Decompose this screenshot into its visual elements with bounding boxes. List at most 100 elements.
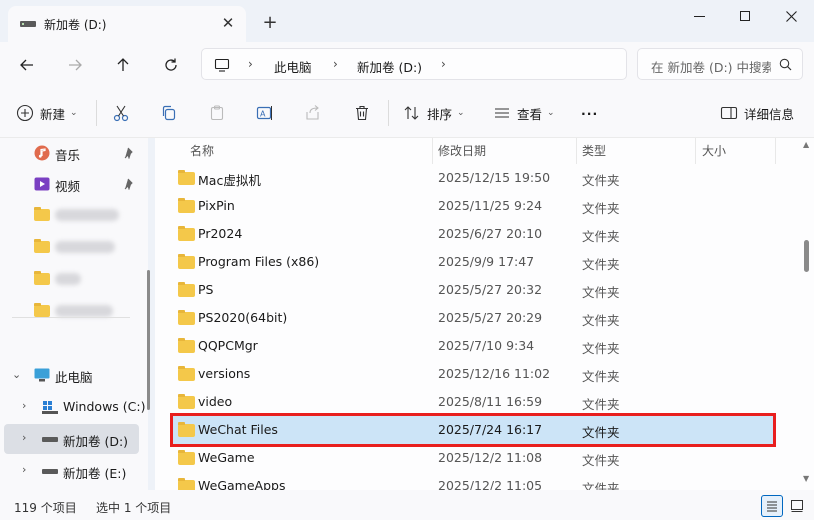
sidebar-item-windows-c[interactable]: › Windows (C:)	[0, 392, 148, 422]
file-row[interactable]: Pr2024 2025/6/27 20:10 文件夹	[173, 220, 773, 248]
chevron-right-icon[interactable]: ›	[22, 463, 26, 476]
arrow-up-icon	[117, 58, 129, 71]
maximize-button[interactable]	[722, 0, 768, 32]
sidebar-item-video[interactable]: 视频	[0, 169, 148, 199]
search-icon	[779, 58, 792, 71]
search-input[interactable]: 在 新加卷 (D:) 中搜索	[637, 48, 803, 80]
cut-button[interactable]	[112, 101, 136, 125]
file-row[interactable]: WeGameApps 2025/12/2 11:05 文件夹	[173, 472, 773, 490]
view-button[interactable]: 查看 ⌄	[493, 101, 555, 125]
status-bar: 119 个项目 选中 1 个项目	[0, 490, 814, 520]
forward-button[interactable]	[60, 50, 90, 80]
sidebar-item-drive-e[interactable]: › 新加卷 (E:)	[0, 456, 148, 486]
breadcrumb-this-pc[interactable]: 此电脑	[274, 57, 312, 76]
scrollbar-thumb[interactable]	[804, 240, 809, 272]
minimize-button[interactable]	[676, 0, 722, 32]
sidebar-item-music[interactable]: 音乐	[0, 138, 148, 168]
command-bar: 新建 ⌄ A 排序 ⌄ 查看 ⌄ ··· 详细信息	[0, 88, 814, 138]
file-modified-date: 2025/5/27 20:29	[438, 310, 543, 325]
folder-icon	[178, 366, 195, 381]
breadcrumb-drive-d[interactable]: 新加卷 (D:)	[357, 57, 422, 76]
column-divider[interactable]	[576, 138, 577, 164]
file-name: PS	[198, 282, 214, 297]
file-row[interactable]: video 2025/8/11 16:59 文件夹	[173, 388, 773, 416]
delete-button[interactable]	[353, 101, 377, 125]
file-row[interactable]: Program Files (x86) 2025/9/9 17:47 文件夹	[173, 248, 773, 276]
column-divider[interactable]	[775, 138, 776, 164]
chevron-right-icon[interactable]: ›	[22, 431, 26, 444]
sidebar-item-blurred-2[interactable]	[0, 232, 148, 262]
column-divider[interactable]	[432, 138, 433, 164]
sidebar-item-blurred-3[interactable]	[0, 264, 148, 294]
file-modified-date: 2025/12/15 19:50	[438, 170, 551, 185]
chevron-down-icon[interactable]: ⌄	[12, 368, 21, 381]
rename-button[interactable]: A	[256, 101, 280, 125]
file-type: 文件夹	[582, 481, 620, 490]
new-button[interactable]: 新建 ⌄	[16, 101, 78, 125]
close-tab-icon[interactable]: ✕	[218, 13, 238, 33]
folder-icon	[178, 170, 195, 185]
navigation-pane: 音乐 视频 ⌄ 此电脑 › Windows (C:) › 新加卷 (D:) ›	[0, 138, 148, 490]
chevron-right-icon: ›	[333, 57, 338, 71]
folder-icon	[34, 271, 50, 285]
new-tab-button[interactable]: +	[259, 12, 281, 34]
pin-icon	[124, 147, 133, 159]
sort-button[interactable]: 排序 ⌄	[403, 101, 465, 125]
search-placeholder: 在 新加卷 (D:) 中搜索	[651, 60, 771, 75]
more-options-button[interactable]: ···	[581, 101, 598, 125]
trash-icon	[356, 105, 368, 121]
sidebar-item-label: 新加卷 (E:)	[63, 466, 127, 481]
file-modified-date: 2025/12/2 11:08	[438, 450, 543, 465]
file-row-selected[interactable]: WeChat Files 2025/7/24 16:17 文件夹	[170, 413, 776, 447]
file-row[interactable]: PixPin 2025/11/25 9:24 文件夹	[173, 192, 773, 220]
tab-drive-d[interactable]: 新加卷 (D:) ✕	[8, 6, 246, 42]
sidebar-item-this-pc[interactable]: ⌄ 此电脑	[0, 360, 148, 390]
sidebar-item-blurred-1[interactable]	[0, 200, 148, 230]
back-button[interactable]	[12, 50, 42, 80]
large-icons-view-button[interactable]	[786, 495, 808, 517]
folder-icon	[178, 226, 195, 241]
details-view-icon	[767, 501, 777, 512]
file-row[interactable]: PS2020(64bit) 2025/5/27 20:29 文件夹	[173, 304, 773, 332]
file-type: 文件夹	[582, 425, 620, 440]
file-type: 文件夹	[582, 341, 620, 356]
file-row[interactable]: PS 2025/5/27 20:32 文件夹	[173, 276, 773, 304]
sidebar-item-label: 音乐	[55, 148, 81, 163]
file-modified-date: 2025/12/16 11:02	[438, 366, 551, 381]
chevron-right-icon[interactable]: ›	[441, 57, 446, 71]
details-pane-button[interactable]: 详细信息	[720, 101, 794, 125]
file-list-scrollbar[interactable]: ▲ ▼	[800, 138, 814, 490]
file-row[interactable]: WeGame 2025/12/2 11:08 文件夹	[173, 444, 773, 472]
sidebar-scrollbar[interactable]	[147, 270, 150, 410]
close-window-button[interactable]	[768, 0, 814, 32]
tab-title: 新加卷 (D:)	[44, 18, 107, 32]
file-name: WeGameApps	[198, 478, 286, 490]
column-divider[interactable]	[695, 138, 696, 164]
folder-icon	[178, 422, 195, 437]
file-row[interactable]: versions 2025/12/16 11:02 文件夹	[173, 360, 773, 388]
scroll-up-icon[interactable]: ▲	[803, 140, 809, 149]
address-bar[interactable]: › 此电脑 › 新加卷 (D:) ›	[201, 48, 627, 80]
file-row[interactable]: QQPCMgr 2025/7/10 9:34 文件夹	[173, 332, 773, 360]
paste-button[interactable]	[208, 101, 232, 125]
folder-icon	[178, 338, 195, 353]
folder-icon	[178, 478, 195, 490]
chevron-right-icon[interactable]: ›	[22, 399, 26, 412]
share-button[interactable]	[304, 101, 328, 125]
file-row[interactable]: Mac虚拟机 2025/12/15 19:50 文件夹	[173, 164, 773, 192]
copy-button[interactable]	[160, 101, 184, 125]
pin-icon	[124, 178, 133, 190]
file-modified-date: 2025/12/2 11:05	[438, 478, 543, 490]
folder-icon	[178, 450, 195, 465]
sidebar-item-blurred-4[interactable]	[0, 296, 148, 326]
scroll-down-icon[interactable]: ▼	[803, 474, 809, 483]
blurred-label	[55, 273, 81, 285]
up-button[interactable]	[108, 50, 138, 80]
video-icon	[34, 177, 50, 191]
copy-icon	[162, 105, 176, 121]
chevron-right-icon: ›	[248, 57, 253, 71]
rename-icon: A	[256, 106, 272, 120]
refresh-button[interactable]	[156, 50, 186, 80]
details-view-button[interactable]	[761, 495, 783, 517]
sidebar-item-drive-d[interactable]: › 新加卷 (D:)	[4, 424, 139, 454]
